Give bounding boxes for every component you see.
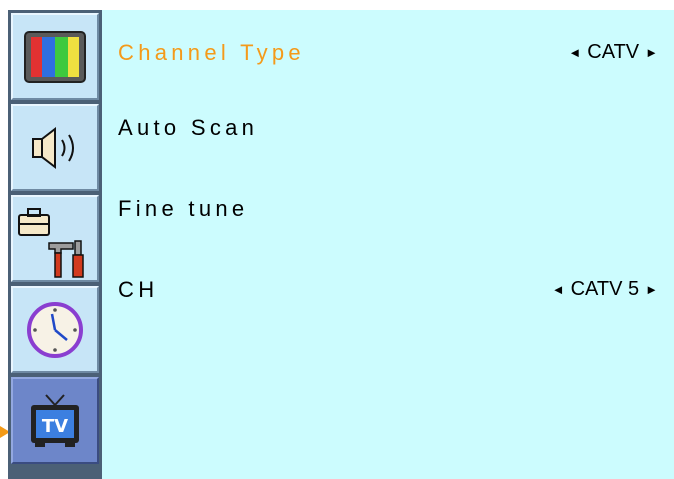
menu-item-ch[interactable]: CH ◄ CATV 5 ►: [118, 277, 658, 317]
tab-picture[interactable]: [11, 13, 99, 100]
menu-panel: Channel Type ◄ CATV ► Auto Scan Fine tun…: [102, 10, 674, 479]
menu-item-label: Auto Scan: [118, 115, 259, 140]
arrow-right-icon[interactable]: ►: [645, 280, 658, 300]
menu-item-label: Fine tune: [118, 196, 249, 221]
menu-item-label: Channel Type: [118, 40, 305, 65]
menu-sidebar: TV: [8, 10, 102, 479]
arrow-right-icon[interactable]: ►: [645, 43, 658, 63]
channel-value: CATV 5: [570, 278, 640, 300]
tab-tv[interactable]: TV: [11, 377, 99, 464]
menu-item-auto-scan[interactable]: Auto Scan: [118, 115, 658, 155]
clock-icon: [27, 301, 83, 358]
tab-time[interactable]: [11, 286, 99, 373]
arrow-left-icon[interactable]: ◄: [552, 280, 565, 300]
svg-text:TV: TV: [42, 416, 68, 437]
toolbox-icon: [18, 207, 84, 278]
osd-menu: TV Channel Type ◄ CATV ► Auto Scan Fine …: [0, 0, 674, 479]
menu-item-channel-type[interactable]: Channel Type ◄ CATV ►: [118, 40, 658, 80]
tab-sound[interactable]: [11, 104, 99, 191]
channel-type-selector[interactable]: ◄ CATV ►: [568, 41, 658, 64]
color-bars-icon: [24, 30, 86, 83]
arrow-left-icon[interactable]: ◄: [568, 43, 581, 63]
channel-type-value: CATV: [587, 41, 640, 63]
menu-item-label: CH: [118, 277, 159, 302]
tv-icon: TV: [31, 393, 79, 447]
channel-selector[interactable]: ◄ CATV 5 ►: [552, 278, 658, 301]
speaker-icon: [32, 126, 74, 169]
menu-item-fine-tune[interactable]: Fine tune: [118, 196, 658, 236]
tab-setup[interactable]: [11, 195, 99, 282]
